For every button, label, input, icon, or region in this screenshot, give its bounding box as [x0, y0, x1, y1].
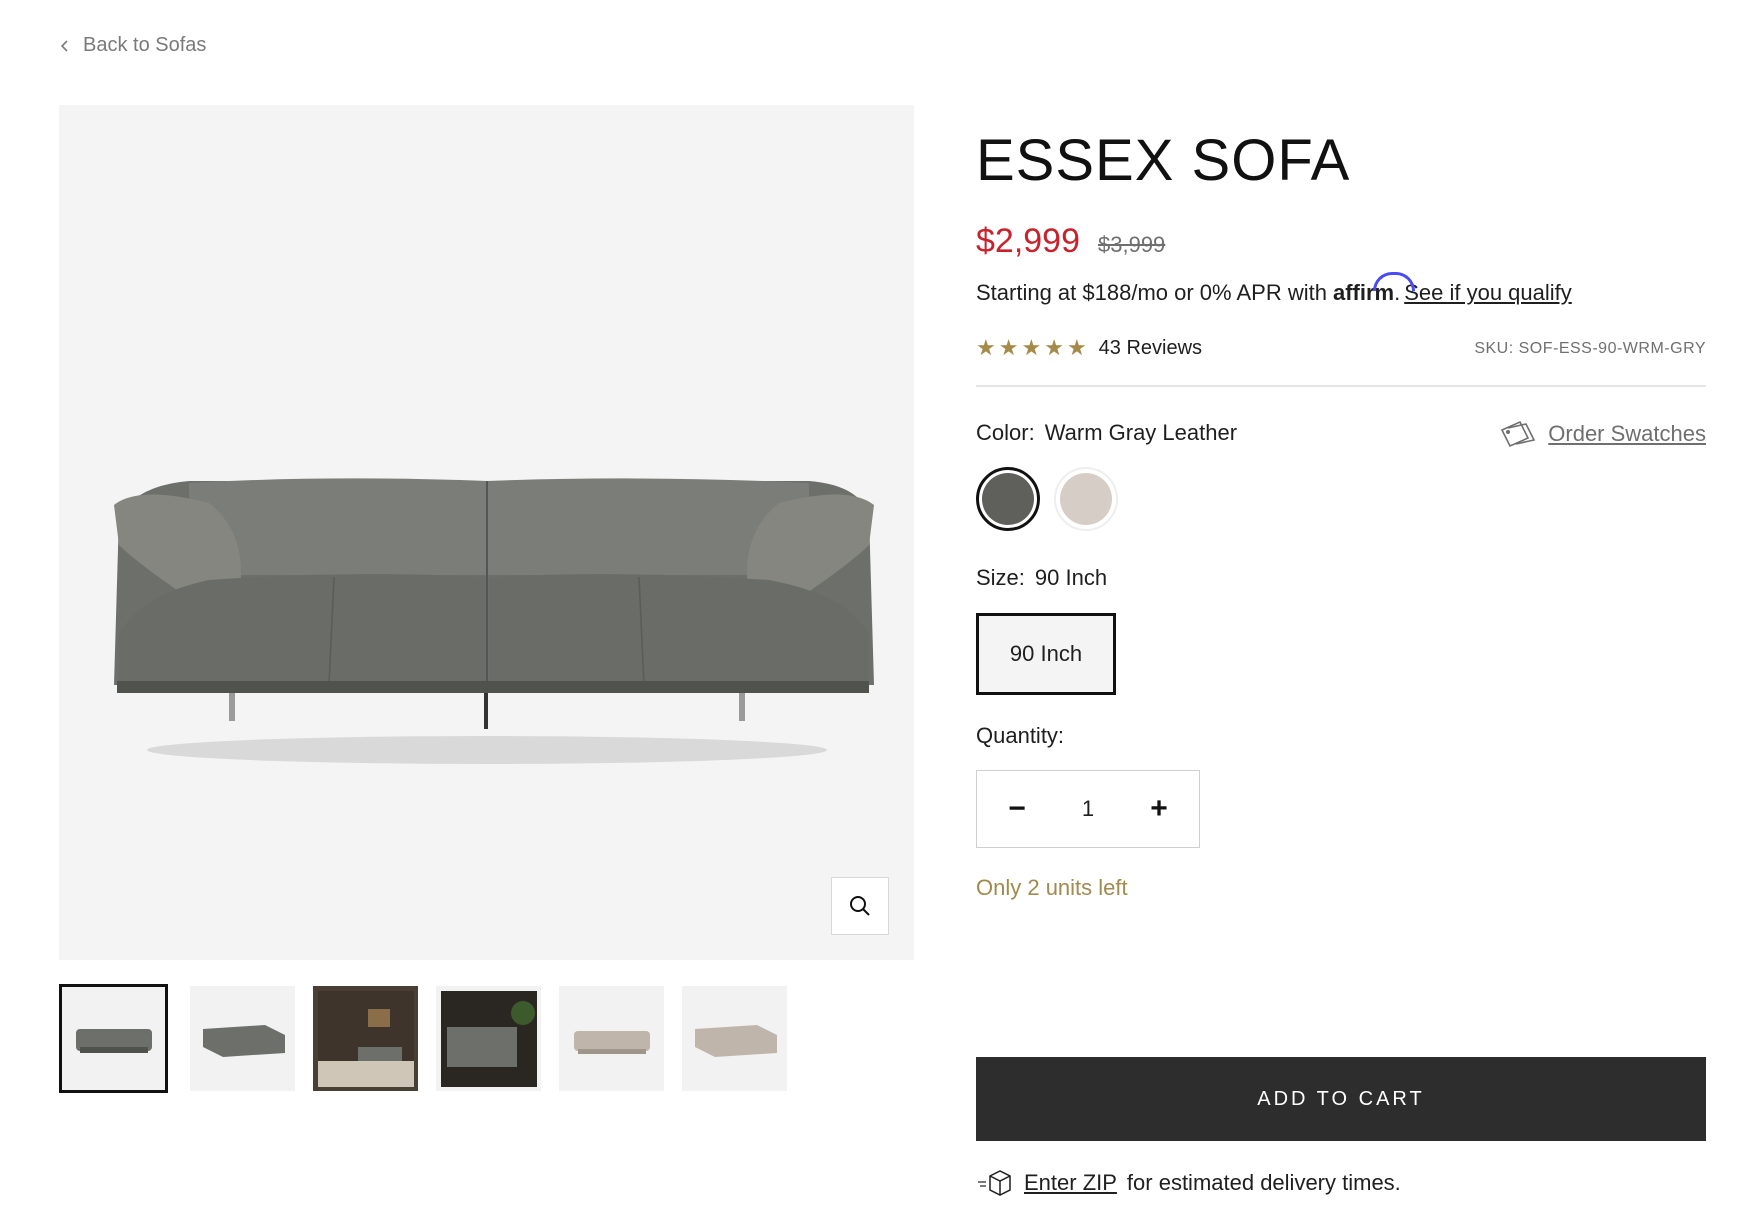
- quantity-decrease-button[interactable]: −: [999, 791, 1035, 827]
- room-thumbnail-image: [317, 990, 414, 1087]
- back-link[interactable]: Back to Sofas: [59, 34, 206, 57]
- quantity-stepper: − 1 +: [976, 770, 1200, 848]
- financing-text: Starting at $188/mo or 0% APR with: [976, 280, 1327, 305]
- affirm-logo: affirm: [1332, 272, 1416, 305]
- product-title: ESSEX SOFA: [976, 128, 1351, 193]
- add-to-cart-button[interactable]: ADD TO CART: [976, 1057, 1706, 1141]
- order-swatches-link[interactable]: Order Swatches: [1498, 418, 1706, 450]
- sale-price: $2,999: [976, 222, 1080, 260]
- financing-line: Starting at $188/mo or 0% APR with affir…: [976, 272, 1572, 306]
- chevron-left-icon: [60, 39, 68, 52]
- thumbnail-1[interactable]: [59, 984, 168, 1093]
- sofa-thumbnail-image: [75, 1028, 152, 1053]
- thumbnail-5[interactable]: [559, 986, 664, 1091]
- swatch-beige[interactable]: [1054, 467, 1118, 531]
- color-swatches: [976, 467, 1118, 531]
- color-value: Warm Gray Leather: [1044, 420, 1238, 445]
- delivery-box-icon: [978, 1170, 1011, 1196]
- thumbnail-3[interactable]: [313, 986, 418, 1091]
- thumbnail-4[interactable]: [436, 986, 541, 1091]
- swatch-warm-gray[interactable]: [976, 467, 1040, 531]
- size-value: 90 Inch: [1034, 565, 1108, 590]
- reviews-link[interactable]: 43 Reviews: [1099, 337, 1202, 360]
- sofa-image: [114, 478, 874, 764]
- star-icon: ★: [1044, 335, 1064, 360]
- zoom-icon: [850, 896, 870, 916]
- size-option-90-inch[interactable]: 90 Inch: [976, 613, 1116, 695]
- sofa-angle-thumbnail-image: [202, 1024, 285, 1057]
- thumbnail-strip: [59, 984, 787, 1093]
- size-label: Size: 90 Inch: [976, 565, 1107, 591]
- sku: SKU: SOF-ESS-90-WRM-GRY: [1474, 340, 1706, 357]
- star-icon: ★: [976, 335, 996, 360]
- star-icon: ★: [1066, 335, 1087, 360]
- enter-zip-link[interactable]: Enter ZIP: [1024, 1170, 1117, 1196]
- detail-thumbnail-image: [440, 990, 537, 1087]
- thumbnail-6[interactable]: [682, 986, 787, 1091]
- beige-sofa-angle-thumbnail-image: [694, 1024, 777, 1057]
- divider: [976, 385, 1706, 387]
- star-rating: ★ ★ ★ ★ ★: [976, 335, 1087, 361]
- color-label-text: Color:: [976, 420, 1035, 445]
- main-product-image[interactable]: [59, 105, 914, 960]
- quantity-value[interactable]: 1: [1082, 796, 1094, 822]
- thumbnail-2[interactable]: [190, 986, 295, 1091]
- star-icon: ★: [1021, 335, 1042, 360]
- rating: ★ ★ ★ ★ ★ 43 Reviews: [976, 335, 1202, 361]
- color-label: Color: Warm Gray Leather: [976, 420, 1237, 446]
- back-link-label: Back to Sofas: [83, 34, 207, 56]
- qualify-link[interactable]: See if you qualify: [1404, 280, 1572, 306]
- original-price: $3,999: [1098, 232, 1166, 257]
- stock-note: Only 2 units left: [976, 875, 1128, 900]
- zoom-button[interactable]: [831, 877, 889, 935]
- beige-sofa-thumbnail-image: [573, 1030, 650, 1054]
- delivery-estimate: Enter ZIP for estimated delivery times.: [976, 1168, 1401, 1198]
- delivery-text: for estimated delivery times.: [1126, 1170, 1401, 1195]
- star-icon: ★: [998, 335, 1019, 360]
- order-swatches-label: Order Swatches: [1548, 421, 1706, 446]
- price-row: $2,999 $3,999: [976, 222, 1165, 261]
- quantity-increase-button[interactable]: +: [1141, 791, 1177, 827]
- swatch-cards-icon: [1501, 420, 1536, 448]
- quantity-label: Quantity:: [976, 723, 1065, 748]
- size-label-text: Size:: [976, 565, 1025, 590]
